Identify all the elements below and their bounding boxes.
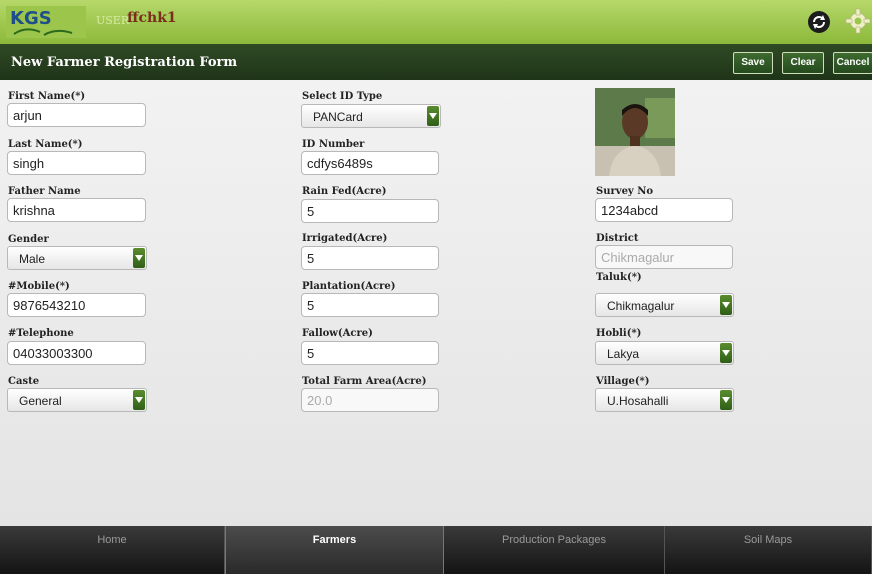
tab-home[interactable]: Home — [0, 526, 225, 574]
plantation-field[interactable]: 5 — [301, 293, 439, 317]
first-name-label: First Name(*) — [8, 91, 86, 102]
user-name: ffchk1 — [127, 10, 177, 26]
taluk-select[interactable]: Chikmagalur — [595, 293, 734, 317]
farmer-photo[interactable] — [595, 88, 675, 176]
tab-farmers[interactable]: Farmers — [225, 526, 444, 574]
chevron-down-icon — [720, 343, 732, 363]
taluk-value: Chikmagalur — [607, 299, 675, 313]
id-type-value: PANCard — [313, 110, 363, 124]
district-label: District — [596, 233, 639, 244]
taluk-label: Taluk(*) — [596, 272, 642, 283]
svg-text:KGS: KGS — [10, 8, 52, 29]
gender-value: Male — [19, 252, 46, 266]
sync-icon[interactable] — [806, 9, 832, 35]
telephone-field[interactable]: 04033003300 — [7, 341, 146, 365]
total-area-field: 20.0 — [301, 388, 439, 412]
last-name-field[interactable]: singh — [7, 151, 146, 175]
telephone-label: #Telephone — [8, 328, 74, 339]
cancel-button[interactable]: Cancel — [833, 52, 872, 74]
hobli-value: Lakya — [607, 347, 640, 361]
id-number-field[interactable]: cdfys6489s — [301, 151, 439, 175]
kgs-logo: KGS — [6, 6, 86, 38]
chevron-down-icon — [720, 295, 732, 315]
survey-no-field[interactable]: 1234abcd — [595, 198, 733, 222]
id-type-select[interactable]: PANCard — [301, 104, 441, 128]
first-name-field[interactable]: arjun — [7, 103, 146, 127]
fallow-label: Fallow(Acre) — [302, 328, 373, 339]
clear-button[interactable]: Clear — [782, 52, 824, 74]
fallow-field[interactable]: 5 — [301, 341, 439, 365]
irrigated-label: Irrigated(Acre) — [302, 233, 388, 244]
caste-select[interactable]: General — [7, 388, 147, 412]
survey-no-label: Survey No — [596, 186, 654, 197]
gender-label: Gender — [8, 234, 49, 245]
user-label: USER — [96, 14, 130, 27]
father-name-label: Father Name — [8, 186, 81, 197]
father-name-field[interactable]: krishna — [7, 198, 146, 222]
id-type-label: Select ID Type — [302, 91, 383, 102]
mobile-label: #Mobile(*) — [8, 281, 70, 292]
chevron-down-icon — [720, 390, 732, 410]
hobli-select[interactable]: Lakya — [595, 341, 734, 365]
rain-fed-label: Rain Fed(Acre) — [302, 186, 387, 197]
gender-select[interactable]: Male — [7, 246, 147, 270]
caste-value: General — [19, 394, 62, 408]
save-button[interactable]: Save — [733, 52, 773, 74]
top-bar: KGS USER ffchk1 — [0, 0, 872, 44]
district-field: Chikmagalur — [595, 245, 733, 269]
village-label: Village(*) — [596, 376, 650, 387]
rain-fed-field[interactable]: 5 — [301, 199, 439, 223]
chevron-down-icon — [133, 390, 145, 410]
irrigated-field[interactable]: 5 — [301, 246, 439, 270]
tab-production-packages[interactable]: Production Packages — [444, 526, 665, 574]
village-value: U.Hosahalli — [607, 394, 669, 408]
plantation-label: Plantation(Acre) — [302, 281, 396, 292]
village-select[interactable]: U.Hosahalli — [595, 388, 734, 412]
id-number-label: ID Number — [302, 139, 365, 150]
bottom-nav: Home Farmers Production Packages Soil Ma… — [0, 526, 872, 574]
tab-soil-maps[interactable]: Soil Maps — [665, 526, 872, 574]
last-name-label: Last Name(*) — [8, 139, 83, 150]
caste-label: Caste — [8, 376, 40, 387]
chevron-down-icon — [427, 106, 439, 126]
hobli-label: Hobli(*) — [596, 328, 642, 339]
gear-icon[interactable] — [845, 8, 871, 34]
page-title: New Farmer Registration Form — [11, 55, 238, 70]
chevron-down-icon — [133, 248, 145, 268]
total-area-label: Total Farm Area(Acre) — [302, 376, 427, 387]
mobile-field[interactable]: 9876543210 — [7, 293, 146, 317]
